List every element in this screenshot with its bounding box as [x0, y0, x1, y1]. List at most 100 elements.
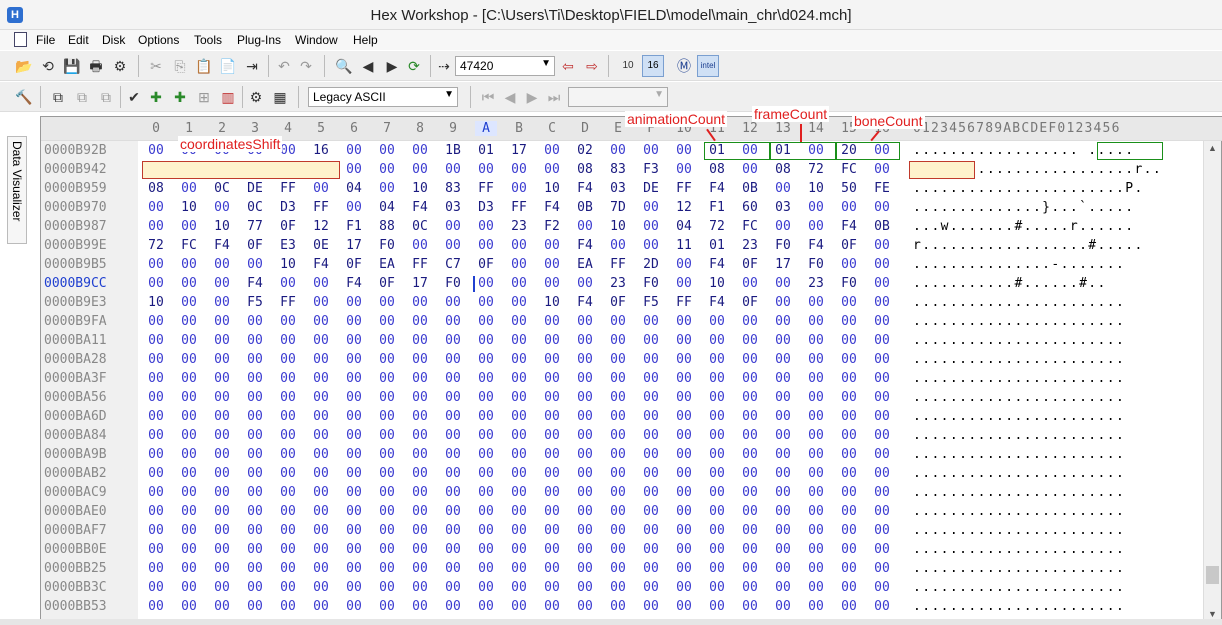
hex-byte[interactable]: 00 [409, 599, 431, 614]
hex-byte[interactable]: 17 [409, 276, 431, 291]
hex-byte[interactable]: 00 [376, 143, 398, 158]
hex-byte[interactable]: 00 [574, 485, 596, 500]
hex-byte[interactable]: 00 [376, 371, 398, 386]
hex-byte[interactable]: 00 [310, 333, 332, 348]
hex-byte[interactable]: 00 [640, 447, 662, 462]
hex-byte[interactable]: 00 [409, 428, 431, 443]
hex-byte[interactable]: 0F [277, 219, 299, 234]
hex-byte[interactable]: 00 [145, 333, 167, 348]
hex-row[interactable]: 0000BA3F 00 00 00 00 00 00 00 00 00 00 00 00 00 00 00 00… [41, 370, 1201, 389]
ascii-text[interactable]: ....................... [913, 447, 1125, 462]
hex-byte[interactable]: 08 [706, 162, 728, 177]
hex-byte[interactable]: 00 [607, 523, 629, 538]
hex-byte[interactable]: 00 [409, 466, 431, 481]
hex-byte[interactable]: 00 [739, 485, 761, 500]
hex-byte[interactable]: 00 [211, 257, 233, 272]
find-next-icon[interactable]: ▶ [382, 56, 402, 76]
hex-byte[interactable]: 00 [343, 352, 365, 367]
hex-byte[interactable]: 00 [706, 466, 728, 481]
hex-byte[interactable]: 00 [343, 162, 365, 177]
motorola-icon[interactable]: Ⓜ [674, 56, 694, 76]
hex-byte[interactable]: 0C [244, 200, 266, 215]
hex-byte[interactable]: F0 [442, 276, 464, 291]
hex-byte[interactable]: F0 [640, 276, 662, 291]
hex-byte[interactable]: 00 [277, 504, 299, 519]
hex-byte[interactable]: 16 [310, 143, 332, 158]
hex-byte[interactable]: 00 [871, 390, 893, 405]
hex-byte[interactable]: 00 [871, 599, 893, 614]
hex-byte[interactable]: 00 [574, 599, 596, 614]
hex-byte[interactable]: 00 [343, 580, 365, 595]
next-icon[interactable]: ▶ [522, 87, 542, 107]
hex-byte[interactable]: 00 [805, 580, 827, 595]
ascii-text[interactable]: ....................... [913, 542, 1125, 557]
hex-byte[interactable]: 83 [442, 181, 464, 196]
hex-byte[interactable]: 00 [673, 523, 695, 538]
hex-byte[interactable]: 00 [706, 390, 728, 405]
hex-byte[interactable]: 00 [838, 295, 860, 310]
hex-byte[interactable]: 00 [871, 371, 893, 386]
ascii-text[interactable]: ....................... [913, 390, 1125, 405]
hex-byte[interactable]: 00 [442, 447, 464, 462]
hex-byte[interactable]: F0 [772, 238, 794, 253]
hex-byte[interactable]: 00 [310, 523, 332, 538]
hex-byte[interactable]: F4 [574, 238, 596, 253]
hex-byte[interactable]: 00 [277, 390, 299, 405]
menu-edit[interactable]: Edit [68, 33, 89, 47]
hex-byte[interactable]: 00 [772, 542, 794, 557]
hex-byte[interactable]: 00 [871, 257, 893, 272]
hex-byte[interactable]: 00 [145, 257, 167, 272]
hex-byte[interactable]: 00 [145, 352, 167, 367]
scroll-up-icon[interactable]: ▲ [1208, 143, 1217, 153]
ascii-text[interactable]: r..................#..... [913, 238, 1144, 253]
first-icon[interactable]: ⏮ [478, 87, 498, 107]
hex-byte[interactable]: 00 [871, 162, 893, 177]
hex-byte[interactable]: F4 [706, 181, 728, 196]
hex-byte[interactable]: 00 [607, 561, 629, 576]
hex-byte[interactable]: 00 [640, 238, 662, 253]
hex-byte[interactable]: 04 [376, 200, 398, 215]
hex-byte[interactable]: 00 [574, 276, 596, 291]
ascii-text[interactable]: ...........#......#.. [913, 276, 1107, 291]
hex-byte[interactable]: 00 [739, 580, 761, 595]
hex-byte[interactable]: 00 [145, 504, 167, 519]
last-icon[interactable]: ⏭ [544, 87, 564, 107]
hex-byte[interactable]: 00 [442, 599, 464, 614]
hex-byte[interactable]: 00 [178, 257, 200, 272]
find-icon[interactable]: 🔍 [334, 56, 354, 76]
hex-byte[interactable]: 00 [145, 599, 167, 614]
record-select[interactable]: ▼ [568, 87, 668, 107]
hex-byte[interactable]: 00 [376, 447, 398, 462]
hex-byte[interactable]: 00 [310, 542, 332, 557]
hex-byte[interactable]: 00 [178, 561, 200, 576]
hex-byte[interactable]: 00 [475, 447, 497, 462]
hex-byte[interactable]: 00 [739, 276, 761, 291]
hex-byte[interactable]: 00 [145, 580, 167, 595]
hex-byte[interactable]: 00 [310, 599, 332, 614]
hex-byte[interactable]: 00 [541, 162, 563, 177]
hex-byte[interactable]: 00 [343, 542, 365, 557]
hex-byte[interactable]: 00 [739, 561, 761, 576]
checksum-icon[interactable]: ✔ [124, 87, 144, 107]
settings-gear-icon[interactable]: ⚙ [246, 87, 266, 107]
hex-byte[interactable]: 00 [442, 390, 464, 405]
hex-byte[interactable]: 00 [772, 371, 794, 386]
hex-byte[interactable]: 00 [706, 599, 728, 614]
hex-byte[interactable]: 0B [871, 219, 893, 234]
hex-byte[interactable]: 00 [574, 333, 596, 348]
hex-row[interactable]: 0000BAB2 00 00 00 00 00 00 00 00 00 00 00 00 00 00 00 00… [41, 465, 1201, 484]
hex-byte[interactable]: 00 [838, 485, 860, 500]
hex-byte[interactable]: 00 [409, 523, 431, 538]
hex-byte[interactable]: 00 [343, 409, 365, 424]
hex-byte[interactable]: FC [838, 162, 860, 177]
hex-byte[interactable]: 00 [442, 333, 464, 348]
hex-byte[interactable]: 00 [244, 333, 266, 348]
hex-byte[interactable]: 00 [409, 485, 431, 500]
compare-prev-icon[interactable]: ⧉ [96, 87, 116, 107]
hex-byte[interactable]: 00 [310, 409, 332, 424]
hex-byte[interactable]: 00 [541, 352, 563, 367]
hex-byte[interactable]: 00 [277, 428, 299, 443]
hex-byte[interactable]: 00 [178, 599, 200, 614]
hex-byte[interactable]: F4 [706, 257, 728, 272]
hex-byte[interactable]: 00 [442, 219, 464, 234]
